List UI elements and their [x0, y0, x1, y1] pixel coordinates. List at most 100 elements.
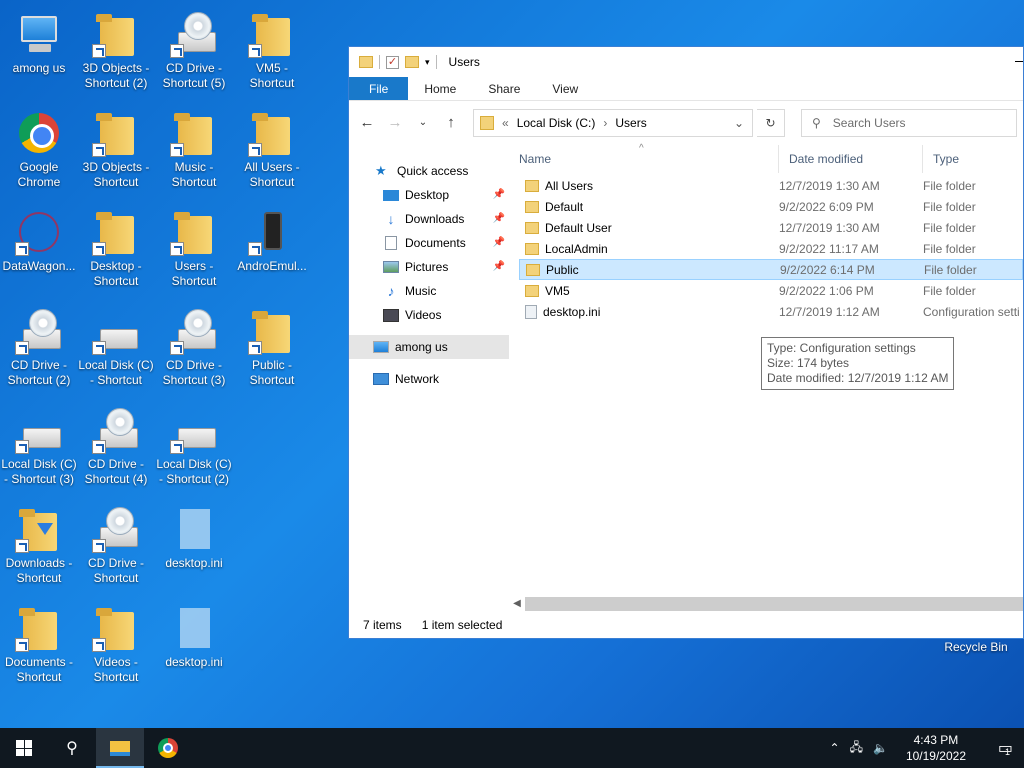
file-name: Default User: [545, 220, 612, 235]
up-arrow-icon[interactable]: ↑: [439, 111, 463, 135]
network-icon[interactable]: 🖧: [850, 738, 863, 759]
desktop-icon-all-users-shortcut[interactable]: All Users - Shortcut: [233, 109, 311, 190]
file-name: Default: [545, 199, 584, 214]
desktop-icon-among-us[interactable]: among us: [0, 10, 78, 76]
nav-quick-access[interactable]: ★ Quick access: [349, 159, 509, 183]
desktop-icon-local-disk-shortcut-2[interactable]: Local Disk (C) - Shortcut (2): [155, 406, 233, 487]
scroll-left-icon[interactable]: ◀: [509, 598, 525, 609]
nav-pictures[interactable]: Pictures 📌: [349, 255, 509, 279]
desktop-icon-cd-drive-shortcut-3[interactable]: CD Drive - Shortcut (3): [155, 307, 233, 388]
desktop-icon-local-disk-shortcut[interactable]: Local Disk (C) - Shortcut: [77, 307, 155, 388]
file-type: File folder: [923, 178, 976, 193]
action-center-button[interactable]: ▭ 1: [984, 728, 1024, 768]
nav-music[interactable]: ♪ Music: [349, 279, 509, 303]
desktop-icon-music-shortcut[interactable]: Music - Shortcut: [155, 109, 233, 190]
desktop-icon-3d-objects-shortcut[interactable]: 3D Objects - Shortcut: [77, 109, 155, 190]
desktop-icon-cd-drive-shortcut[interactable]: CD Drive - Shortcut: [77, 505, 155, 586]
recent-locations-chevron-icon[interactable]: ⌄: [411, 111, 435, 135]
breadcrumb-local-disk[interactable]: Local Disk (C:): [517, 116, 596, 130]
tab-home[interactable]: Home: [408, 77, 472, 100]
address-overflow[interactable]: «: [502, 116, 509, 130]
nav-videos[interactable]: Videos: [349, 303, 509, 327]
desktop-icon-cd-drive-shortcut-4[interactable]: CD Drive - Shortcut (4): [77, 406, 155, 487]
folder-icon: [525, 179, 539, 192]
desktop-icon-3d-objects-shortcut-2[interactable]: 3D Objects - Shortcut (2): [77, 10, 155, 91]
refresh-icon[interactable]: ↻: [757, 109, 785, 137]
nav-network[interactable]: Network: [349, 367, 509, 391]
item-count: 7 items: [363, 618, 402, 632]
folder-shortcut-icon: [248, 307, 296, 355]
nav-documents[interactable]: Documents 📌: [349, 231, 509, 255]
file-name: Public: [546, 262, 579, 277]
new-folder-icon[interactable]: [405, 56, 419, 68]
tab-share[interactable]: Share: [472, 77, 536, 100]
desktop-icon-videos-shortcut[interactable]: Videos - Shortcut: [77, 604, 155, 685]
desktop-icon-cd-drive-shortcut-2[interactable]: CD Drive - Shortcut (2): [0, 307, 78, 388]
nav-desktop[interactable]: Desktop 📌: [349, 183, 509, 207]
tab-file[interactable]: File: [349, 77, 409, 100]
show-hidden-icons-chevron-icon[interactable]: ⌃: [830, 741, 840, 755]
column-name[interactable]: Name: [509, 145, 779, 173]
horizontal-scrollbar[interactable]: ◀: [509, 595, 1023, 612]
file-tooltip: Type: Configuration settings Size: 174 b…: [761, 337, 955, 390]
title-bar[interactable]: ✓ ▾ Users: [349, 47, 1023, 77]
divider: [379, 55, 380, 69]
search-input[interactable]: [832, 116, 993, 130]
desktop-icon-vm5-shortcut[interactable]: VM5 - Shortcut: [233, 10, 311, 91]
desktop-icon-desktop-ini[interactable]: desktop.ini: [155, 505, 233, 571]
chevron-right-icon: ›: [603, 116, 608, 130]
tab-view[interactable]: View: [536, 77, 594, 100]
search-button[interactable]: ⚲: [48, 728, 96, 768]
file-name-cell: All Users: [519, 179, 779, 193]
address-bar[interactable]: « Local Disk (C:) › Users ⌄: [473, 109, 753, 137]
column-type[interactable]: Type: [923, 145, 959, 173]
taskbar-file-explorer[interactable]: [96, 728, 144, 768]
clock[interactable]: 4:43 PM 10/19/2022: [898, 732, 974, 764]
forward-arrow-icon[interactable]: →: [383, 111, 407, 135]
file-row[interactable]: LocalAdmin 9/2/2022 11:17 AM File folder: [519, 238, 1023, 259]
folder-shortcut-icon: [92, 208, 140, 256]
nav-label: Downloads: [405, 212, 465, 226]
breadcrumb-users[interactable]: Users: [615, 116, 646, 130]
file-type: File folder: [923, 220, 976, 235]
desktop-icon-recycle-bin[interactable]: Recycle Bin: [938, 640, 1014, 654]
file-name: VM5: [545, 283, 570, 298]
pictures-icon: [383, 261, 399, 273]
desktop-icon-desktop-shortcut[interactable]: Desktop - Shortcut: [77, 208, 155, 289]
properties-icon[interactable]: ✓: [386, 55, 399, 69]
desktop-icon-google-chrome[interactable]: Google Chrome: [0, 109, 78, 190]
file-name-cell: Public: [520, 263, 780, 277]
desktop-icon-local-disk-shortcut-3[interactable]: Local Disk (C) - Shortcut (3): [0, 406, 78, 487]
file-row[interactable]: VM5 9/2/2022 1:06 PM File folder: [519, 280, 1023, 301]
scrollbar-thumb[interactable]: [525, 596, 1023, 611]
file-date: 12/7/2019 1:30 AM: [779, 220, 880, 235]
back-arrow-icon[interactable]: ←: [355, 111, 379, 135]
folder-icon: [359, 56, 373, 68]
nav-among-us[interactable]: among us: [349, 335, 509, 359]
notification-count: 1: [1005, 747, 1011, 757]
desktop-icon-downloads-shortcut[interactable]: Downloads - Shortcut: [0, 505, 78, 586]
desktop-icon-cd-drive-shortcut-5[interactable]: CD Drive - Shortcut (5): [155, 10, 233, 91]
search-box[interactable]: ⚲: [801, 109, 1017, 137]
minimize-button[interactable]: [1013, 53, 1023, 67]
file-row[interactable]: Default User 12/7/2019 1:30 AM File folder: [519, 217, 1023, 238]
volume-icon[interactable]: 🔈: [873, 741, 888, 755]
desktop-icon-documents-shortcut[interactable]: Documents - Shortcut: [0, 604, 78, 685]
file-row[interactable]: Public 9/2/2022 6:14 PM File folder: [519, 259, 1023, 280]
customize-quick-access-icon[interactable]: ▾: [425, 57, 430, 68]
file-row[interactable]: Default 9/2/2022 6:09 PM File folder: [519, 196, 1023, 217]
desktop-icon-public-shortcut[interactable]: Public - Shortcut: [233, 307, 311, 388]
documents-folder-icon: [15, 604, 63, 652]
desktop-icon-users-shortcut[interactable]: Users - Shortcut: [155, 208, 233, 289]
desktop-icon-desktop-ini-2[interactable]: desktop.ini: [155, 604, 233, 670]
desktop-icon-datawagon[interactable]: DataWagon...: [0, 208, 78, 274]
chevron-down-icon[interactable]: ⌄: [734, 116, 752, 130]
taskbar-chrome[interactable]: [144, 728, 192, 768]
nav-downloads[interactable]: ↓ Downloads 📌: [349, 207, 509, 231]
start-button[interactable]: [0, 728, 48, 768]
file-date: 9/2/2022 1:06 PM: [779, 283, 874, 298]
column-date-modified[interactable]: Date modified: [779, 145, 923, 173]
file-row[interactable]: All Users 12/7/2019 1:30 AM File folder: [519, 175, 1023, 196]
desktop-icon-andro-emulator[interactable]: AndroEmul...: [233, 208, 311, 274]
pin-icon: 📌: [492, 237, 505, 248]
